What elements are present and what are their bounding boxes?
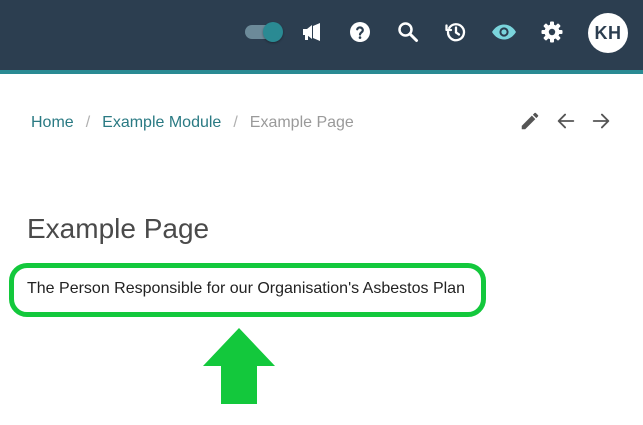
search-icon[interactable]	[395, 19, 421, 45]
arrow-left-icon[interactable]	[554, 109, 578, 133]
breadcrumb-current-page: Example Page	[249, 114, 354, 131]
page-text: The Person Responsible for our Organisat…	[27, 280, 465, 297]
breadcrumb-separator: /	[85, 114, 91, 131]
avatar-initials: KH	[594, 22, 622, 43]
breadcrumb-separator: /	[233, 114, 238, 131]
megaphone-icon[interactable]	[299, 19, 325, 45]
eye-icon[interactable]	[491, 19, 517, 45]
help-icon[interactable]	[347, 19, 373, 45]
breadcrumb-home-link[interactable]: Home	[31, 114, 74, 132]
topbar-accent-line	[0, 70, 643, 74]
history-icon[interactable]	[443, 19, 469, 45]
user-avatar[interactable]: KH	[588, 13, 628, 53]
up-arrow-annotation	[203, 328, 275, 404]
arrow-right-icon[interactable]	[589, 109, 613, 133]
top-navigation-bar: KH	[0, 0, 643, 70]
gear-icon[interactable]	[539, 19, 565, 45]
mode-toggle[interactable]	[243, 22, 283, 42]
page-title: Example Page	[27, 213, 210, 244]
breadcrumb-module-link[interactable]: Example Module	[102, 114, 221, 132]
breadcrumb: Home / Example Module / Example Page	[31, 114, 354, 132]
pencil-icon[interactable]	[518, 109, 542, 133]
toggle-knob	[263, 22, 283, 42]
